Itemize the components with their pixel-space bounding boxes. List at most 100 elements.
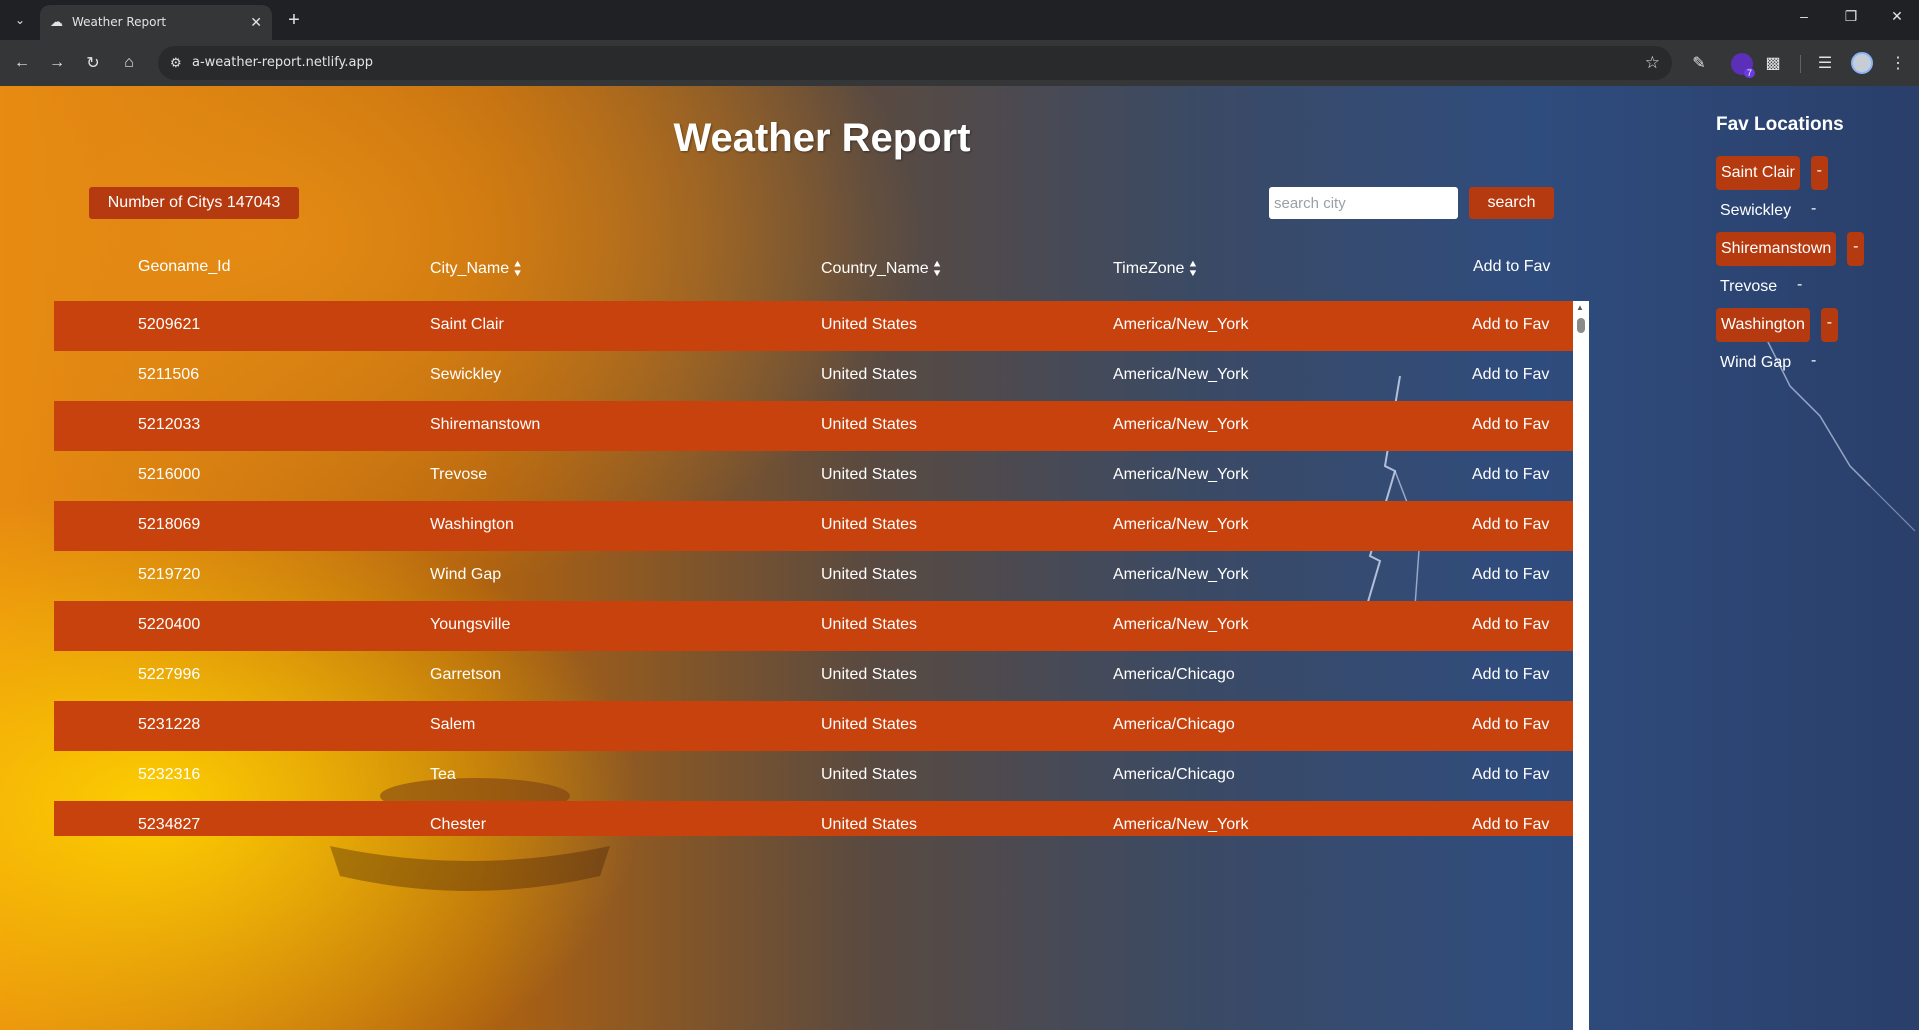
- forward-arrow-icon[interactable]: →: [46, 52, 68, 74]
- extension-badge-icon[interactable]: 7: [1731, 53, 1755, 78]
- fav-item: Shiremanstown -: [1716, 232, 1865, 266]
- minimize-icon[interactable]: –: [1792, 8, 1816, 24]
- add-to-fav-button[interactable]: Add to Fav: [1472, 616, 1549, 634]
- more-menu-icon[interactable]: ⋮: [1887, 52, 1909, 74]
- header-add-to-fav: Add to Fav: [1473, 258, 1550, 276]
- bookmark-star-icon[interactable]: ☆: [1645, 53, 1660, 73]
- cell-country-name: United States: [821, 316, 918, 333]
- fav-remove-button[interactable]: -: [1847, 232, 1865, 266]
- tab-search-chevron-icon[interactable]: ⌄: [8, 8, 32, 32]
- header-city-name-label: City_Name: [430, 260, 510, 277]
- add-to-fav-button[interactable]: Add to Fav: [1472, 516, 1549, 534]
- cell-timezone: America/Chicago: [1113, 766, 1235, 783]
- cell-geoname-id: 5234827: [138, 816, 201, 833]
- close-icon[interactable]: ✕: [250, 14, 262, 31]
- city-table-body: 5209621 Saint Clair United States America/N…: [54, 301, 1573, 836]
- table-row: 5209621 Saint Clair United States America/N…: [54, 301, 1573, 351]
- back-arrow-icon[interactable]: ←: [11, 52, 33, 74]
- cell-timezone: America/Chicago: [1113, 716, 1235, 733]
- fav-item-name[interactable]: Trevose: [1716, 270, 1781, 304]
- cell-city-name: Salem: [430, 716, 476, 733]
- address-bar[interactable]: ⚙ a-weather-report.netlify.app ☆: [158, 46, 1672, 80]
- sort-icon[interactable]: ▲ ▼: [1187, 259, 1198, 279]
- url-text[interactable]: a-weather-report.netlify.app: [192, 55, 373, 70]
- header-country-name-label: Country_Name: [821, 260, 929, 277]
- header-timezone[interactable]: TimeZone ▲ ▼: [1113, 258, 1198, 280]
- cell-city-name: Saint Clair: [430, 316, 504, 333]
- cell-geoname-id: 5219720: [138, 566, 201, 583]
- add-to-fav-button[interactable]: Add to Fav: [1472, 816, 1549, 834]
- window-close-icon[interactable]: ✕: [1885, 8, 1909, 25]
- site-settings-icon[interactable]: ⚙: [170, 55, 182, 71]
- table-row: 5211506 Sewickley United States America/New…: [54, 351, 1573, 401]
- table-header: Geoname_Id City_Name ▲ ▼ Country_Name ▲ ▼ …: [54, 246, 1572, 290]
- cell-geoname-id: 5218069: [138, 516, 201, 533]
- header-city-name[interactable]: City_Name ▲ ▼: [430, 258, 523, 280]
- browser-toolbar: ← → ↻ ⌂ ⚙ a-weather-report.netlify.app ☆…: [0, 40, 1919, 86]
- fav-item: Saint Clair -: [1716, 156, 1828, 190]
- search-button[interactable]: search: [1469, 187, 1554, 219]
- fav-item: Washington -: [1716, 308, 1838, 342]
- new-tab-plus-icon[interactable]: +: [282, 8, 306, 32]
- cell-country-name: United States: [821, 366, 918, 383]
- fav-remove-button[interactable]: -: [1791, 270, 1808, 304]
- reading-list-icon[interactable]: ☰: [1814, 52, 1836, 74]
- cell-city-name: Shiremanstown: [430, 416, 541, 433]
- add-to-fav-button[interactable]: Add to Fav: [1472, 666, 1549, 684]
- cell-city-name: Washington: [430, 516, 514, 533]
- fav-remove-button[interactable]: -: [1805, 346, 1822, 380]
- home-icon[interactable]: ⌂: [118, 52, 140, 74]
- cell-country-name: United States: [821, 766, 918, 783]
- fav-item: Trevose -: [1716, 270, 1808, 304]
- add-to-fav-button[interactable]: Add to Fav: [1472, 566, 1549, 584]
- table-row: 5218069 Washington United States America/Ne…: [54, 501, 1573, 551]
- city-count-badge: Number of Citys 147043: [89, 187, 299, 219]
- search-input[interactable]: [1269, 187, 1458, 219]
- puzzle-extensions-icon[interactable]: ▩: [1762, 52, 1784, 74]
- cell-country-name: United States: [821, 716, 918, 733]
- cell-city-name: Youngsville: [430, 616, 511, 633]
- fav-item-name[interactable]: Washington: [1716, 308, 1810, 342]
- table-scrollbar[interactable]: ▲ ▼: [1573, 301, 1589, 1030]
- reload-icon[interactable]: ↻: [82, 52, 104, 74]
- toolbar-divider: [1800, 55, 1801, 73]
- restore-icon[interactable]: ❐: [1839, 8, 1863, 25]
- header-add-to-fav-label: Add to Fav: [1473, 258, 1551, 275]
- fav-item-name[interactable]: Wind Gap: [1716, 346, 1795, 380]
- pen-icon[interactable]: ✎: [1688, 52, 1710, 74]
- scroll-thumb[interactable]: [1577, 318, 1585, 333]
- table-row: 5231228 Salem United States America/Chicago…: [54, 701, 1573, 751]
- cell-country-name: United States: [821, 516, 918, 533]
- add-to-fav-button[interactable]: Add to Fav: [1472, 766, 1549, 784]
- add-to-fav-button[interactable]: Add to Fav: [1472, 316, 1549, 334]
- fav-item-name[interactable]: Shiremanstown: [1716, 232, 1837, 266]
- browser-tab[interactable]: ☁ Weather Report ✕: [40, 5, 272, 40]
- page-title: Weather Report: [673, 116, 971, 160]
- cell-geoname-id: 5211506: [138, 366, 200, 383]
- fav-remove-button[interactable]: -: [1820, 308, 1838, 342]
- fav-locations-panel: Fav Locations Saint Clair - Sewickley - Shir…: [1716, 114, 1916, 371]
- table-row: 5220400 Youngsville United States America/N…: [54, 601, 1573, 651]
- scroll-up-arrow-icon[interactable]: ▲: [1576, 303, 1584, 312]
- add-to-fav-button[interactable]: Add to Fav: [1472, 466, 1549, 484]
- table-row: 5234827 Chester United States America/New_Y…: [54, 801, 1573, 836]
- cell-city-name: Garretson: [430, 666, 502, 683]
- profile-avatar[interactable]: [1851, 52, 1873, 74]
- fav-remove-button[interactable]: -: [1810, 156, 1828, 190]
- fav-item-name[interactable]: Sewickley: [1716, 194, 1795, 228]
- add-to-fav-button[interactable]: Add to Fav: [1472, 416, 1549, 434]
- fav-remove-button[interactable]: -: [1805, 194, 1822, 228]
- add-to-fav-button[interactable]: Add to Fav: [1472, 716, 1549, 734]
- cell-timezone: America/Chicago: [1113, 666, 1235, 683]
- fav-item-name[interactable]: Saint Clair: [1716, 156, 1800, 190]
- cell-city-name: Sewickley: [430, 366, 502, 383]
- cell-country-name: United States: [821, 416, 918, 433]
- sort-icon[interactable]: ▲ ▼: [932, 259, 943, 279]
- header-country-name[interactable]: Country_Name ▲ ▼: [821, 258, 943, 280]
- cell-geoname-id: 5216000: [138, 466, 201, 483]
- add-to-fav-button[interactable]: Add to Fav: [1472, 366, 1549, 384]
- cell-timezone: America/New_York: [1113, 616, 1249, 633]
- table-row: 5219720 Wind Gap United States America/New_…: [54, 551, 1573, 601]
- sort-icon[interactable]: ▲ ▼: [512, 259, 523, 279]
- table-row: 5216000 Trevose United States America/New_Y…: [54, 451, 1573, 501]
